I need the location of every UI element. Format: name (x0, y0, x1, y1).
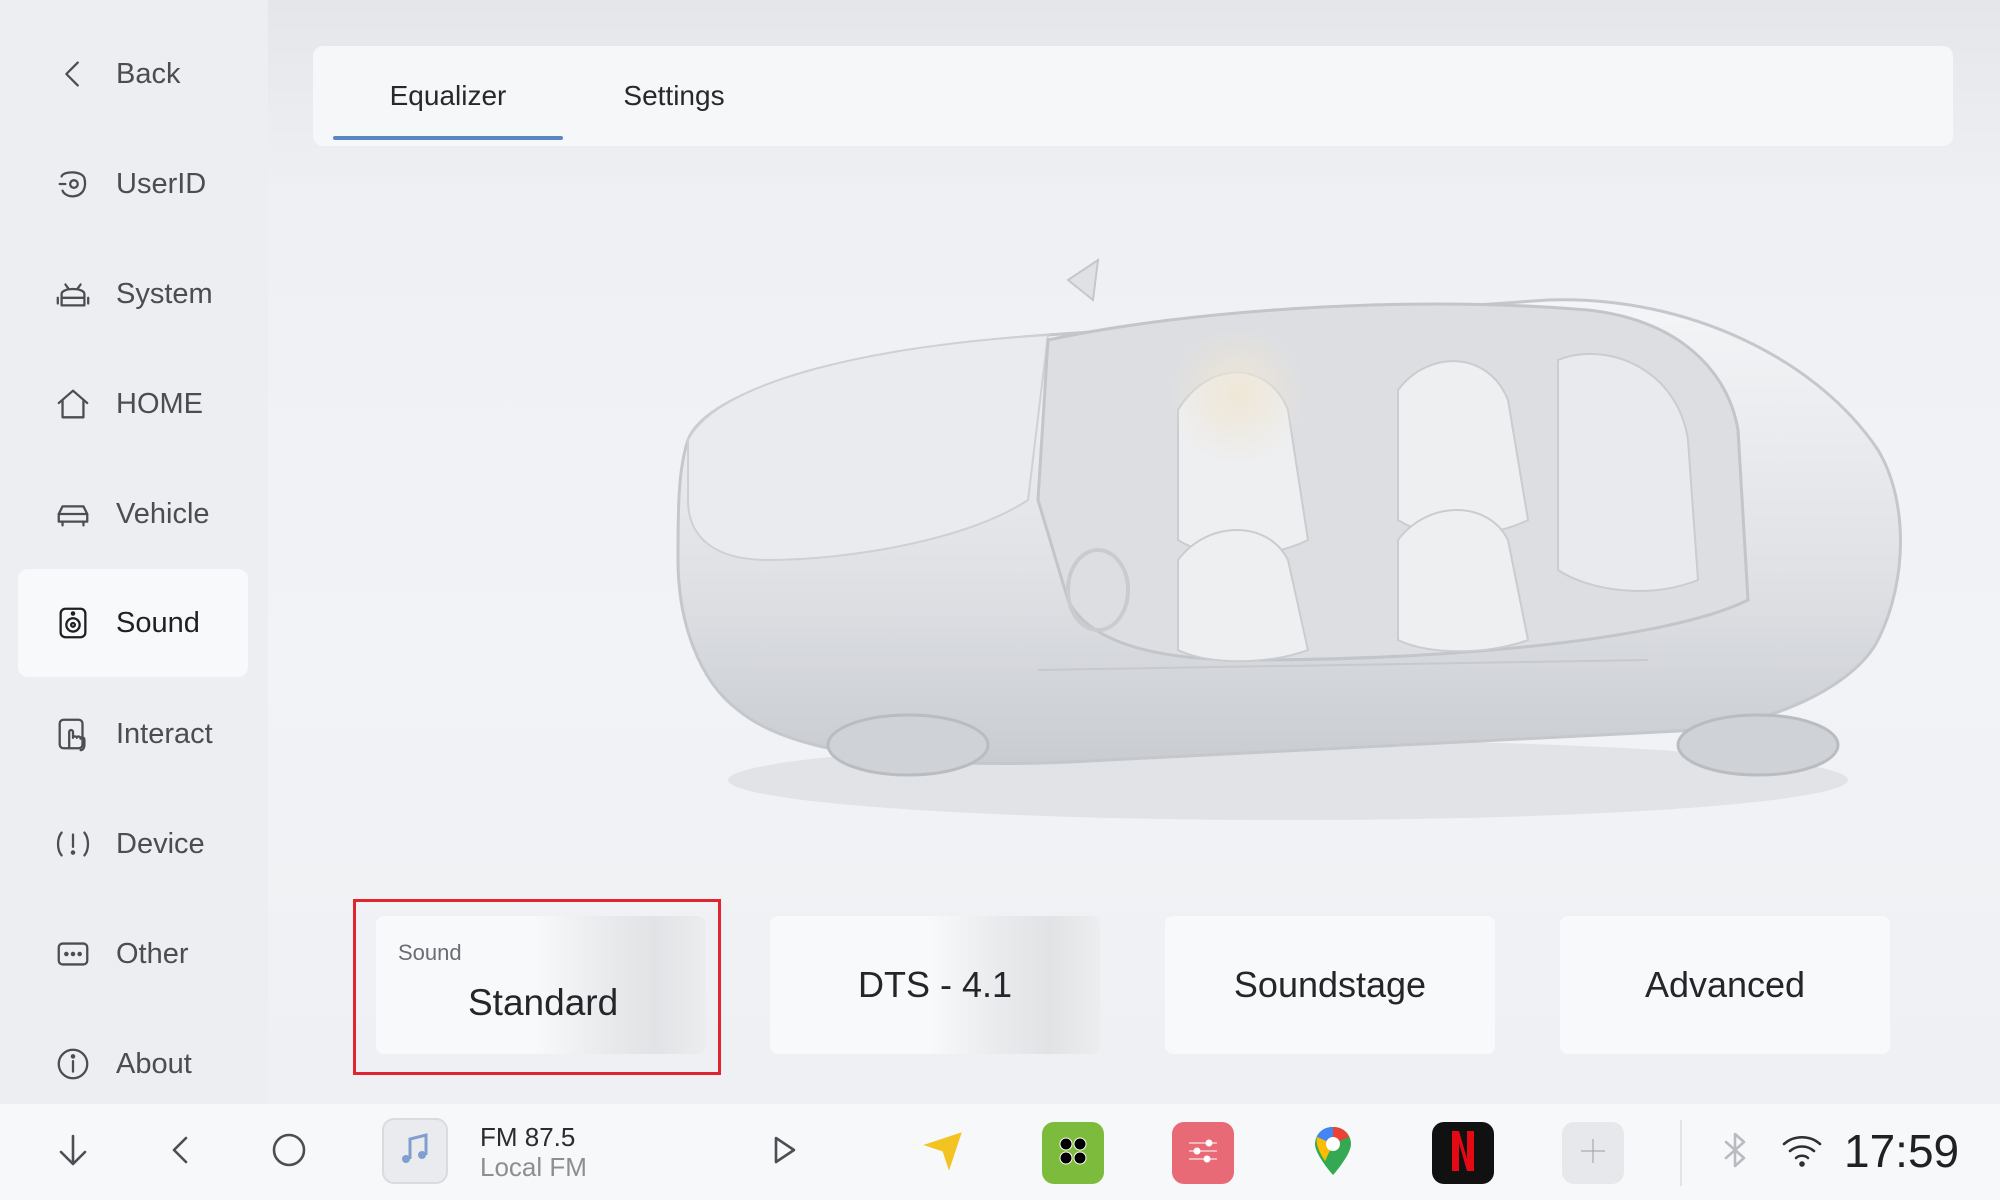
mode-dts-label: DTS - 4.1 (857, 964, 1013, 1005)
collapse-button[interactable] (40, 1104, 106, 1200)
sidebar-item-label: Back (116, 57, 181, 90)
sidebar-item-label: About (116, 1047, 192, 1080)
sidebar-item-label: Vehicle (116, 497, 210, 530)
sidebar: Back UserID System HOME Vehicle Sound In… (0, 0, 268, 1104)
sidebar-item-label: Device (116, 827, 205, 860)
speaker-icon (52, 602, 94, 644)
sidebar-item-vehicle[interactable]: Vehicle (18, 460, 248, 568)
tab-equalizer[interactable]: Equalizer (333, 46, 563, 146)
nav-back-button[interactable] (148, 1104, 214, 1200)
wifi-icon (1780, 1130, 1824, 1175)
arrow-down-icon (53, 1130, 93, 1175)
chevron-left-icon (161, 1130, 201, 1175)
car-icon (52, 493, 94, 535)
app-navigation[interactable] (912, 1122, 974, 1184)
mode-advanced-label: Advanced (1644, 964, 1806, 1005)
car-illustration (548, 240, 1968, 840)
chevron-left-icon (52, 53, 94, 95)
info-icon (52, 1043, 94, 1085)
circle-home-icon (269, 1130, 309, 1175)
sidebar-item-label: Sound (116, 606, 200, 639)
tab-bar: Equalizer Settings (313, 46, 1953, 146)
music-note-icon (395, 1129, 435, 1174)
mode-advanced-button[interactable]: Advanced (1560, 916, 1890, 1054)
sidebar-item-home[interactable]: HOME (18, 350, 248, 458)
android-icon (52, 273, 94, 315)
mode-soundstage-button[interactable]: Soundstage (1165, 916, 1495, 1054)
play-button[interactable] (750, 1104, 816, 1200)
tab-settings[interactable]: Settings (559, 46, 789, 146)
userid-icon (52, 163, 94, 205)
sidebar-item-label: Interact (116, 717, 213, 750)
touch-icon (52, 713, 94, 755)
back-button[interactable]: Back (18, 20, 248, 128)
radio-station-title: FM 87.5 (480, 1122, 576, 1152)
radio-station-subtitle: Local FM (480, 1152, 587, 1182)
sidebar-item-about[interactable]: About (18, 1010, 248, 1118)
more-icon (52, 933, 94, 975)
bluetooth-icon (1718, 1130, 1752, 1175)
sidebar-item-system[interactable]: System (18, 240, 248, 348)
mode-soundstage-label: Soundstage (1233, 964, 1427, 1005)
wifi-status[interactable] (1774, 1104, 1830, 1200)
navigation-arrow-icon (921, 1129, 965, 1178)
sidebar-item-interact[interactable]: Interact (18, 680, 248, 788)
netflix-logo-icon (1448, 1129, 1478, 1178)
radio-artwork[interactable] (382, 1118, 448, 1184)
sidebar-item-sound[interactable]: Sound (18, 569, 248, 677)
nav-home-button[interactable] (256, 1104, 322, 1200)
alert-icon (52, 823, 94, 865)
sidebar-item-label: Other (116, 937, 189, 970)
sidebar-item-device[interactable]: Device (18, 790, 248, 898)
app-netflix[interactable] (1432, 1122, 1494, 1184)
sliders-icon (1183, 1131, 1223, 1176)
apps-grid-icon (1053, 1131, 1093, 1176)
mode-dts-button[interactable]: DTS - 4.1 (770, 916, 1100, 1054)
map-pin-icon (1311, 1125, 1355, 1182)
plus-icon (1575, 1133, 1611, 1174)
status-divider (1680, 1120, 1682, 1186)
selection-highlight (353, 899, 721, 1075)
app-maps[interactable] (1302, 1122, 1364, 1184)
bluetooth-status[interactable] (1710, 1104, 1760, 1200)
sidebar-item-label: HOME (116, 387, 203, 420)
clock: 17:59 (1844, 1125, 1960, 1177)
sidebar-item-other[interactable]: Other (18, 900, 248, 1008)
sidebar-item-label: UserID (116, 167, 207, 200)
home-icon (52, 383, 94, 425)
add-app-button[interactable] (1562, 1122, 1624, 1184)
active-tab-indicator (333, 136, 563, 140)
app-equalizer-settings[interactable] (1172, 1122, 1234, 1184)
play-icon (763, 1130, 803, 1175)
sidebar-item-userid[interactable]: UserID (18, 130, 248, 238)
app-apps[interactable] (1042, 1122, 1104, 1184)
sidebar-item-label: System (116, 277, 213, 310)
